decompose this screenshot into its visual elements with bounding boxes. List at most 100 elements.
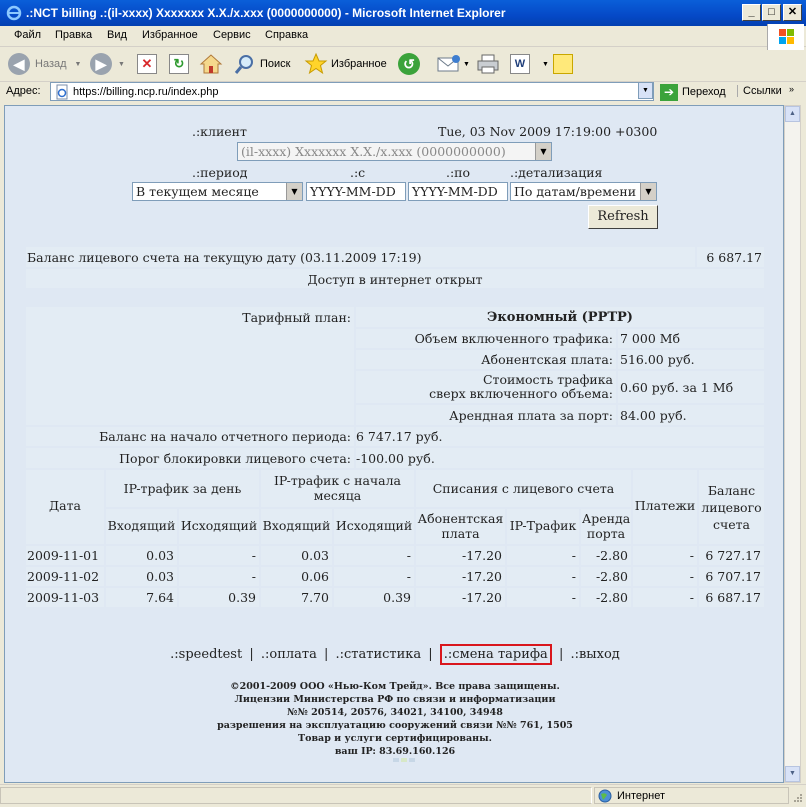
cell-payments: -	[633, 567, 697, 586]
cell-subscription: -17.20	[416, 588, 505, 607]
cell-payments: -	[633, 588, 697, 607]
edit-button[interactable]: W ▼	[510, 51, 549, 77]
change-tariff-link[interactable]: .:смена тарифа	[439, 644, 552, 665]
address-input[interactable]: https://billing.ncp.ru/index.php	[50, 82, 654, 101]
subscription-fee-label: Абонентская плата:	[356, 350, 616, 369]
toolbar: ◀ Назад ▼ ▶ ▼ ✕ ↻ Поиск Избранное ↺ ▼ W …	[0, 47, 806, 82]
links-button[interactable]: Ссылки	[737, 85, 782, 97]
to-date-input[interactable]: YYYY-MM-DD	[408, 182, 508, 201]
messenger-button[interactable]	[553, 51, 573, 77]
speedtest-link[interactable]: .:speedtest	[170, 647, 242, 662]
cell-port-rent: -2.80	[581, 546, 631, 565]
minimize-button[interactable]: _	[742, 4, 761, 21]
start-balance-label: Баланс на начало отчетного периода:	[26, 427, 354, 446]
client-select[interactable]: (il-xxxx) Xxxxxxx X.X./x.xxx (0000000000…	[237, 142, 552, 161]
pay-link[interactable]: .:оплата	[261, 647, 317, 662]
word-icon: W	[510, 54, 530, 74]
status-bar: Интернет	[0, 784, 806, 807]
chevron-down-icon: ▼	[640, 183, 656, 200]
address-label: Адрес:	[6, 85, 41, 97]
address-dropdown-icon[interactable]: ▼	[638, 82, 653, 99]
cell-payments: -	[633, 546, 697, 565]
license-numbers-line: №№ 20514, 20576, 34021, 34100, 34948	[287, 707, 503, 718]
scroll-up-icon[interactable]: ▲	[785, 106, 800, 122]
cell-ip-day-in: 0.03	[106, 567, 177, 586]
col-ip-month-out: Исходящий	[334, 509, 414, 544]
menu-favorites[interactable]: Избранное	[142, 29, 198, 41]
close-button[interactable]: ✕	[783, 4, 802, 21]
menu-file[interactable]: Файл	[14, 29, 41, 41]
refresh-form-button[interactable]: Refresh	[588, 205, 658, 229]
refresh-button[interactable]: ↻	[169, 51, 189, 77]
window-title: .:NCT billing .:(il-xxxx) Xxxxxxx X.X./x…	[26, 6, 506, 20]
from-label: .:с	[350, 165, 366, 180]
go-button[interactable]: ➔ Переход	[660, 83, 726, 101]
refresh-icon: ↻	[169, 54, 189, 74]
col-port-rent: Аренда порта	[581, 509, 631, 544]
links-chevron-icon[interactable]: »	[789, 84, 794, 94]
subscription-fee-value: 516.00 руб.	[618, 350, 764, 369]
menu-help[interactable]: Справка	[265, 29, 308, 41]
forward-dropdown-icon: ▼	[118, 60, 125, 68]
exit-link[interactable]: .:выход	[570, 647, 619, 662]
cell-balance: 6 687.17	[699, 588, 764, 607]
menu-edit[interactable]: Правка	[55, 29, 92, 41]
print-button[interactable]	[476, 51, 500, 77]
vertical-scrollbar[interactable]: ▲ ▼	[784, 105, 801, 783]
link-separator: |	[558, 647, 564, 662]
col-ip-month-in: Входящий	[261, 509, 332, 544]
maximize-button[interactable]: □	[762, 4, 781, 21]
printer-icon	[477, 54, 499, 74]
cell-date: 2009-11-03	[26, 588, 104, 607]
license-line: Лицензии Министерства РФ по связи и инфо…	[234, 694, 556, 705]
forward-arrow-icon: ▶	[90, 53, 112, 75]
back-arrow-icon: ◀	[8, 53, 30, 75]
period-select[interactable]: В текущем месяце ▼	[132, 182, 303, 201]
user-ip-line: ваш IP: 83.69.160.126	[334, 746, 456, 757]
certified-line: Товар и услуги сертифицированы.	[298, 733, 492, 744]
block-threshold-value: -100.00 руб.	[356, 448, 764, 468]
stats-link[interactable]: .:статистика	[336, 647, 422, 662]
col-ip-day-in: Входящий	[106, 509, 177, 544]
col-date: Дата	[26, 470, 104, 544]
cell-ip-month-in: 0.06	[261, 567, 332, 586]
detail-select[interactable]: По датам/времени ▼	[510, 182, 657, 201]
cell-balance: 6 727.17	[699, 546, 764, 565]
menu-tools[interactable]: Сервис	[213, 29, 251, 41]
start-balance-value: 6 747.17 руб.	[356, 427, 764, 446]
col-ip-day: IP-трафик за день	[106, 470, 259, 507]
note-icon	[553, 54, 573, 74]
stop-button[interactable]: ✕	[137, 51, 157, 77]
col-balance: Баланс лицевого счета	[699, 470, 764, 544]
mail-button[interactable]: ▼	[436, 51, 470, 77]
menu-view[interactable]: Вид	[107, 29, 127, 41]
copyright-block: ©2001-2009 ООО «Нью-Ком Трейд». Все прав…	[5, 680, 783, 758]
cell-ip-month-out: -	[334, 546, 414, 565]
cell-ip-traffic: -	[507, 567, 579, 586]
scroll-down-icon[interactable]: ▼	[785, 766, 800, 782]
permits-line: разрешения на эксплуатацию сооружений св…	[217, 720, 573, 731]
from-date-input[interactable]: YYYY-MM-DD	[306, 182, 406, 201]
port-rent-value: 84.00 руб.	[618, 405, 764, 425]
page-icon	[56, 84, 68, 100]
cell-date: 2009-11-01	[26, 546, 104, 565]
cell-ip-month-out: -	[334, 567, 414, 586]
balance-label: Баланс лицевого счета на текущую дату (0…	[26, 247, 695, 267]
cell-port-rent: -2.80	[581, 567, 631, 586]
client-label: .:клиент	[192, 124, 247, 139]
resize-grip-icon[interactable]	[791, 791, 803, 803]
current-datetime: Tue, 03 Nov 2009 17:19:00 +0300	[438, 124, 658, 139]
cell-ip-day-in: 0.03	[106, 546, 177, 565]
forward-button[interactable]: ▶ ▼	[90, 51, 125, 77]
favorites-button[interactable]: Избранное	[304, 51, 387, 77]
cell-subscription: -17.20	[416, 546, 505, 565]
mail-icon	[437, 55, 460, 72]
footer-links: .:speedtest | .:оплата | .:статистика | …	[5, 644, 783, 665]
cell-port-rent: -2.80	[581, 588, 631, 607]
col-ip-day-out: Исходящий	[179, 509, 259, 544]
home-button[interactable]	[199, 51, 223, 77]
history-button[interactable]: ↺	[398, 51, 420, 77]
search-button[interactable]: Поиск	[234, 51, 290, 77]
menu-bar: Файл Правка Вид Избранное Сервис Справка	[0, 26, 806, 47]
back-button[interactable]: ◀ Назад ▼	[8, 51, 81, 77]
